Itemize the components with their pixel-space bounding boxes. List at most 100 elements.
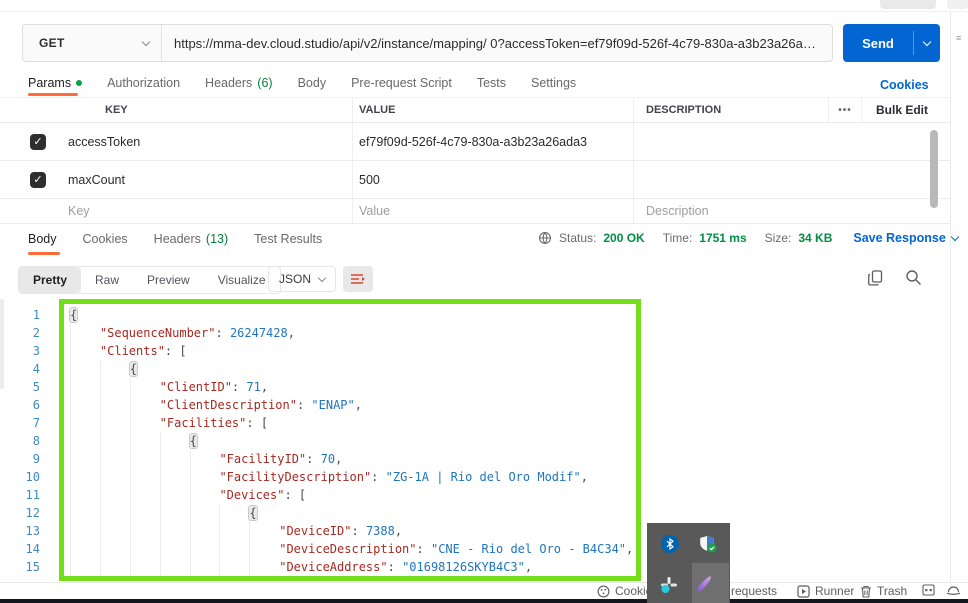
tab-params[interactable]: Params	[28, 76, 82, 90]
tab-tests[interactable]: Tests	[477, 76, 506, 90]
code-line: 15"DeviceAddress": "01698126SKYB4C3",	[0, 558, 940, 576]
code-line: 5"ClientID": 71,	[0, 378, 940, 396]
tab-params-label: Params	[28, 76, 71, 90]
size-value: 34 KB	[798, 231, 832, 245]
format-select[interactable]: JSON	[268, 266, 336, 292]
param-key-placeholder[interactable]: Key	[62, 204, 352, 218]
code-line: 13"DeviceID": 7388,	[0, 522, 940, 540]
request-url-bar: GET https://mma-dev.cloud.studio/api/v2/…	[22, 24, 833, 62]
tab-headers-label: Headers	[205, 76, 252, 90]
code-line: 10"FacilityDescription": "ZG-1A | Rio de…	[0, 468, 940, 486]
param-description-placeholder[interactable]: Description	[633, 199, 828, 223]
code-line: 2"SequenceNumber": 26247428,	[0, 324, 940, 342]
code-line: 3"Clients": [	[0, 342, 940, 360]
bootcamp-button[interactable]	[946, 584, 961, 596]
save-response-button[interactable]: Save Response	[853, 231, 957, 245]
status-value: 200 OK	[603, 231, 644, 245]
tab-test-results[interactable]: Test Results	[254, 232, 322, 246]
code-line: 7"Facilities": [	[0, 414, 940, 432]
tab-response-body[interactable]: Body	[28, 232, 57, 246]
code-line: 12{	[0, 504, 940, 522]
line-number: 4	[0, 360, 54, 378]
code-line: 11"Devices": [	[0, 486, 940, 504]
url-input[interactable]: https://mma-dev.cloud.studio/api/v2/inst…	[162, 25, 832, 61]
line-number: 10	[0, 468, 54, 486]
capture-requests-button[interactable]: requests	[731, 584, 777, 598]
save-response-label: Save Response	[853, 231, 945, 245]
trash-label: Trash	[877, 584, 907, 598]
tab-prerequest-label: Pre-request Script	[351, 76, 452, 90]
beautify-button[interactable]	[343, 266, 373, 292]
security-shield-icon[interactable]	[699, 535, 718, 554]
tab-authorization-label: Authorization	[107, 76, 180, 90]
tab-response-cookies-label: Cookies	[83, 232, 128, 246]
tab-response-headers[interactable]: Headers (13)	[154, 232, 228, 246]
postman-app: GET https://mma-dev.cloud.studio/api/v2/…	[0, 0, 968, 603]
chevron-down-icon	[923, 37, 931, 45]
tab-prerequest-script[interactable]: Pre-request Script	[351, 76, 452, 90]
status-label: Status:	[559, 231, 596, 245]
method-label: GET	[39, 36, 65, 50]
param-key[interactable]: maxCount	[62, 173, 352, 187]
trash-button[interactable]: Trash	[860, 584, 907, 598]
code-line: 6"ClientDescription": "ENAP",	[0, 396, 940, 414]
param-row-empty: Key Value Description	[0, 199, 950, 224]
line-number: 11	[0, 486, 54, 504]
send-button[interactable]: Send	[843, 24, 940, 62]
time-value: 1751 ms	[699, 231, 746, 245]
capture-requests-label: requests	[731, 584, 777, 598]
slack-icon[interactable]	[660, 576, 678, 594]
bulk-edit-button[interactable]: Bulk Edit	[861, 98, 950, 122]
active-tab-underline	[28, 252, 60, 255]
tab-body[interactable]: Body	[298, 76, 327, 90]
param-value[interactable]: 500	[352, 161, 633, 198]
line-number: 14	[0, 540, 54, 558]
copy-icon	[868, 270, 883, 286]
view-tab-pretty[interactable]: Pretty	[19, 267, 81, 293]
checkbox-checked-icon[interactable]	[30, 134, 46, 150]
param-key[interactable]: accessToken	[62, 135, 352, 149]
response-view-tabs: Pretty Raw Preview Visualize	[18, 266, 281, 294]
top-cutoff-strip	[0, 0, 968, 12]
bluetooth-icon[interactable]	[661, 535, 679, 553]
param-description[interactable]	[633, 161, 828, 198]
network-globe-icon[interactable]	[538, 231, 552, 245]
more-actions-icon[interactable]: •••	[828, 98, 861, 122]
view-tab-raw[interactable]: Raw	[81, 267, 133, 293]
method-select[interactable]: GET	[23, 25, 162, 61]
search-response-button[interactable]	[905, 269, 922, 286]
code-line: 1{	[0, 306, 940, 324]
copy-response-button[interactable]	[868, 270, 883, 286]
line-number: 1	[0, 306, 54, 324]
tab-authorization[interactable]: Authorization	[107, 76, 180, 90]
params-green-dot-icon	[76, 80, 82, 86]
tab-headers[interactable]: Headers (6)	[205, 76, 273, 90]
url-text: https://mma-dev.cloud.studio/api/v2/inst…	[174, 36, 820, 51]
vertical-scrollbar[interactable]	[930, 130, 938, 208]
response-body-code[interactable]: 1{2"SequenceNumber": 26247428,3"Clients"…	[0, 306, 940, 576]
checkbox-checked-icon[interactable]	[30, 172, 46, 188]
line-number: 2	[0, 324, 54, 342]
more-options-icon[interactable]: ≡	[956, 36, 965, 40]
tab-response-cookies[interactable]: Cookies	[83, 232, 128, 246]
param-description[interactable]	[633, 123, 828, 160]
param-value[interactable]: ef79f09d-526f-4c79-830a-a3b23a26ada3	[352, 123, 633, 160]
chevron-down-icon	[318, 273, 326, 281]
system-tray-flyout	[647, 523, 730, 603]
send-options-button[interactable]	[914, 42, 940, 45]
search-icon	[905, 269, 922, 286]
line-number: 6	[0, 396, 54, 414]
tab-settings[interactable]: Settings	[531, 76, 576, 90]
line-number: 12	[0, 504, 54, 522]
response-tabs: Body Cookies Headers (13) Test Results	[28, 232, 322, 246]
tab-headers-count: (6)	[257, 76, 272, 90]
runner-button[interactable]: Runner	[797, 584, 854, 598]
cookies-link[interactable]: Cookies	[880, 78, 929, 92]
view-tab-preview[interactable]: Preview	[133, 267, 204, 293]
two-pane-view-button[interactable]	[922, 584, 935, 596]
line-number: 9	[0, 450, 54, 468]
code-line: 14"DeviceDescription": "CNE - Rio del Or…	[0, 540, 940, 558]
two-pane-icon	[922, 584, 935, 596]
tab-settings-label: Settings	[531, 76, 576, 90]
param-value-placeholder[interactable]: Value	[352, 199, 633, 223]
